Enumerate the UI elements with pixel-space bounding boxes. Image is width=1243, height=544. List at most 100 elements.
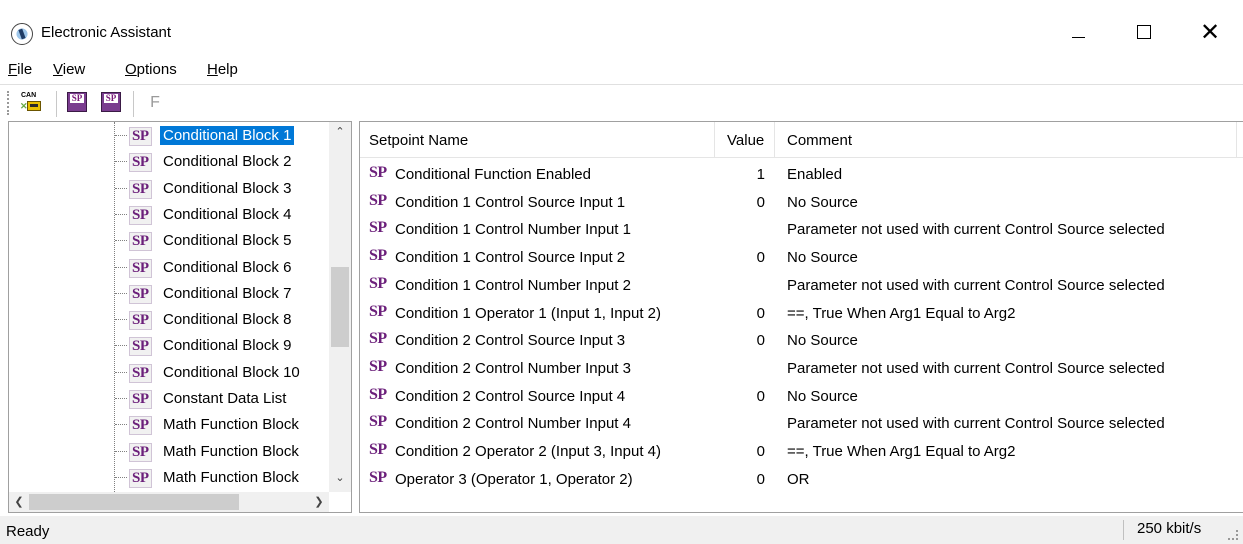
table-row[interactable]: SP Conditional Function Enabled 1 Enabled [360, 160, 1243, 188]
menu-options[interactable]: Options [125, 61, 177, 78]
tree-item-label: Math Function Block [163, 468, 299, 486]
setpoint-icon: SP [129, 390, 152, 409]
setpoint-name: Condition 2 Control Number Input 4 [395, 415, 631, 433]
tree-item[interactable]: SP Constant Data List [9, 385, 329, 412]
setpoint-icon: SP [129, 363, 152, 383]
tree-item[interactable]: SP Conditional Block 3 [9, 175, 329, 202]
table-row[interactable]: SP Condition 2 Operator 2 (Input 3, Input… [360, 437, 1243, 465]
setpoint-comment: Parameter not used with current Control … [787, 221, 1165, 239]
setpoint-value[interactable]: 0 [715, 249, 765, 266]
tree-item[interactable]: SP Math Function Block [9, 438, 329, 465]
setpoint-icon: SP [369, 441, 387, 458]
setpoint-icon: SP [369, 468, 387, 486]
tree-item-label: Math Function Block [163, 416, 299, 434]
menu-view[interactable]: View [53, 61, 85, 78]
tree-item[interactable]: SP Conditional Block 4 [9, 201, 329, 228]
tree-horizontal-scrollbar[interactable]: ❮ ❯ [9, 492, 329, 512]
f-button[interactable]: F [143, 92, 167, 114]
close-button[interactable]: ✕ [1187, 10, 1233, 54]
setpoint-name: Condition 1 Control Source Input 1 [395, 193, 626, 211]
setpoint-name: Condition 1 Control Number Input 2 [395, 276, 631, 294]
setpoint-comment: No Source [787, 387, 858, 405]
setpoint-comment: No Source [787, 193, 858, 211]
tree-item-label: Conditional Block 9 [163, 337, 292, 355]
scroll-left-icon[interactable]: ❮ [9, 492, 29, 512]
menu-help[interactable]: Help [207, 61, 238, 78]
setpoint-icon: SP [129, 258, 152, 278]
setpoint-icon: SP [369, 330, 387, 348]
tree-item-label: Conditional Block 5 [163, 232, 292, 250]
table-row[interactable]: SP Condition 2 Control Source Input 4 0 No … [360, 382, 1243, 410]
setpoint-icon: SP [129, 179, 152, 199]
tree-item[interactable]: SP Conditional Block 1 [9, 122, 329, 149]
column-header-comment[interactable]: Comment [787, 132, 852, 149]
column-header-value[interactable]: Value [727, 132, 764, 149]
minimize-icon [1071, 36, 1085, 38]
setpoint-value[interactable]: 0 [715, 332, 765, 349]
setpoint-icon: SP [369, 164, 387, 181]
tree-item[interactable]: SP Conditional Block 7 [9, 280, 329, 307]
open-setpoint-button[interactable]: SP [67, 92, 91, 114]
table-row[interactable]: SP Condition 1 Control Source Input 1 0 No … [360, 188, 1243, 216]
scroll-down-icon[interactable]: ⌄ [329, 468, 351, 488]
status-text: Ready [6, 523, 50, 540]
table-row[interactable]: SP Condition 1 Control Number Input 2 Para… [360, 271, 1243, 299]
setpoint-icon: SP [369, 191, 387, 209]
table-row[interactable]: SP Condition 2 Control Source Input 3 0 No … [360, 326, 1243, 354]
tree-item[interactable]: SP Conditional Block 6 [9, 254, 329, 281]
tree-item-label: Conditional Block 1 [160, 126, 295, 145]
tree-item-label: Conditional Block 4 [163, 205, 292, 223]
window-title: Electronic Assistant [41, 24, 172, 41]
toolbar-grip[interactable] [7, 91, 9, 115]
setpoint-value[interactable]: 0 [715, 471, 765, 488]
setpoint-value[interactable]: 0 [715, 305, 765, 322]
can-icon: CAN [21, 92, 37, 99]
menu-file[interactable]: File [8, 61, 32, 78]
tree-item[interactable]: SP Math Function Block [9, 464, 329, 491]
setpoint-icon: SP [129, 153, 152, 173]
setpoint-comment: No Source [787, 332, 858, 350]
setpoint-comment: Parameter not used with current Control … [787, 359, 1165, 377]
tree-item-label: Conditional Block 6 [163, 258, 292, 276]
tree-vertical-scrollbar[interactable]: ⌃ ⌄ [329, 122, 351, 492]
setpoint-icon: SP [129, 232, 152, 252]
setpoint-value[interactable]: 0 [715, 443, 765, 460]
table-row[interactable]: SP Operator 3 (Operator 1, Operator 2) 0 OR [360, 465, 1243, 493]
table-row[interactable]: SP Condition 1 Control Number Input 1 Para… [360, 215, 1243, 243]
setpoint-name: Condition 1 Operator 1 (Input 1, Input 2… [395, 304, 661, 322]
tree-item[interactable]: SP Conditional Block 5 [9, 227, 329, 254]
toolbar-separator [56, 91, 57, 117]
tree-item[interactable]: SP Math Function Block [9, 411, 329, 438]
grid-header: Setpoint Name Value Comment [360, 122, 1243, 158]
toolbar-separator [133, 91, 134, 117]
scrollbar-thumb[interactable] [331, 267, 349, 347]
setpoint-icon: SP [129, 205, 152, 225]
minimize-button[interactable] [1055, 10, 1101, 54]
scroll-up-icon[interactable]: ⌃ [329, 122, 351, 142]
scroll-right-icon[interactable]: ❯ [309, 492, 329, 512]
status-bar: Ready 250 kbit/s [0, 516, 1243, 544]
setpoint-comment: ==, True When Arg1 Equal to Arg2 [787, 443, 1016, 460]
table-row[interactable]: SP Condition 2 Control Number Input 3 Para… [360, 354, 1243, 382]
setpoint-value[interactable]: 0 [715, 194, 765, 211]
tree-item[interactable]: SP Conditional Block 10 [9, 359, 329, 386]
resize-grip-icon[interactable] [1228, 530, 1238, 540]
column-header-name[interactable]: Setpoint Name [369, 132, 468, 149]
table-row[interactable]: SP Condition 2 Control Number Input 4 Para… [360, 409, 1243, 437]
tree-item[interactable]: SP Conditional Block 2 [9, 148, 329, 175]
table-row[interactable]: SP Condition 1 Control Source Input 2 0 No … [360, 243, 1243, 271]
setpoint-icon: SP [369, 274, 387, 292]
setpoint-icon: SP [129, 284, 152, 304]
tree-item[interactable]: SP Conditional Block 9 [9, 332, 329, 359]
setpoint-name: Condition 2 Control Source Input 4 [395, 387, 626, 405]
maximize-button[interactable] [1121, 10, 1167, 54]
tree-view[interactable]: SP Conditional Block 1 SP Conditional Block… [8, 121, 352, 513]
scrollbar-thumb[interactable] [29, 494, 239, 510]
table-row[interactable]: SP Condition 1 Operator 1 (Input 1, Input… [360, 299, 1243, 327]
can-connect-button[interactable]: CAN ✕ [19, 92, 43, 114]
setpoint-value[interactable]: 0 [715, 388, 765, 405]
setpoint-icon: SP [129, 442, 152, 462]
save-setpoint-button[interactable]: SP [101, 92, 125, 114]
setpoint-value[interactable]: 1 [715, 166, 765, 183]
tree-item[interactable]: SP Conditional Block 8 [9, 306, 329, 333]
